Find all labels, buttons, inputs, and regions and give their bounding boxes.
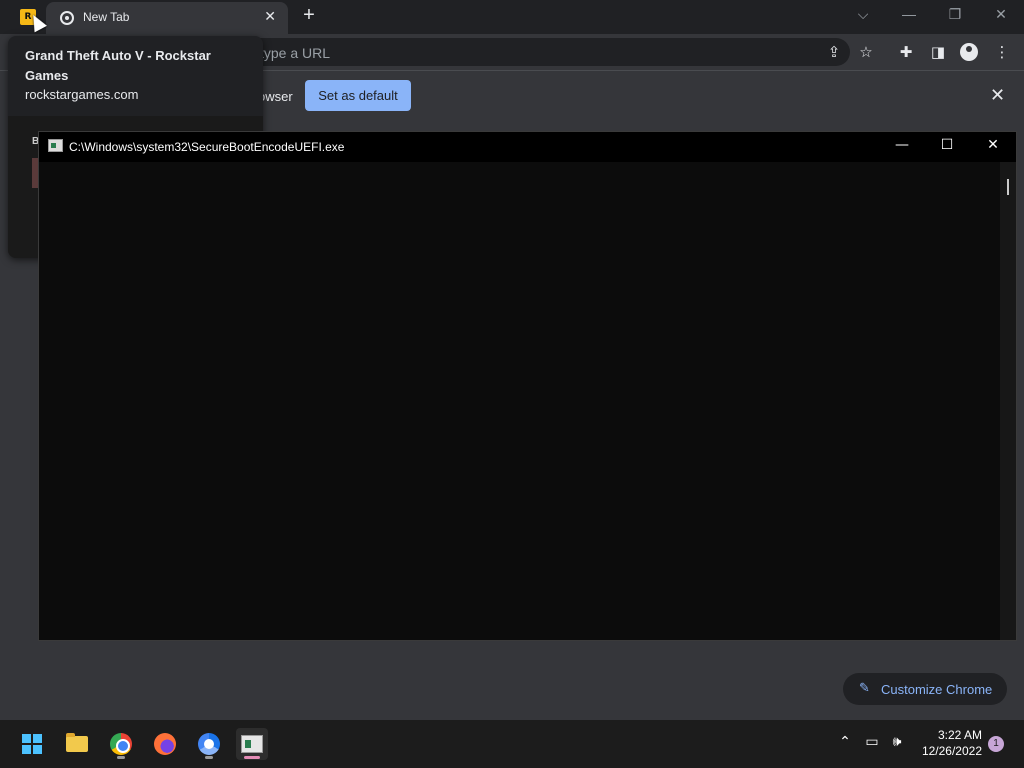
active-indicator xyxy=(244,756,260,759)
infobar-close-icon[interactable]: ✕ xyxy=(990,85,1005,106)
customize-chrome-button[interactable]: ✎ Customize Chrome xyxy=(843,673,1007,705)
file-explorer-icon xyxy=(66,733,88,752)
hover-card-domain: rockstargames.com xyxy=(25,87,139,102)
chrome-favicon-icon xyxy=(60,11,74,25)
address-bar[interactable]: type a URL xyxy=(240,38,850,66)
scrollbar-thumb[interactable] xyxy=(1007,179,1009,195)
tab-new-tab[interactable]: New Tab ✕ xyxy=(46,2,288,34)
tab-search-icon[interactable]: ⌵ xyxy=(853,6,873,23)
pencil-icon: ✎ xyxy=(859,681,870,696)
share-icon[interactable]: ⇪ xyxy=(824,42,844,62)
console-title: C:\Windows\system32\SecureBootEncodeUEFI… xyxy=(69,140,345,154)
show-hidden-icons-icon[interactable]: ⌃ xyxy=(835,734,855,750)
minimize-icon[interactable]: — xyxy=(899,6,919,22)
clock[interactable]: 3:22 AM 12/26/2022 xyxy=(910,727,982,759)
console-scrollbar[interactable] xyxy=(1000,162,1016,640)
firefox-icon xyxy=(154,733,176,755)
running-indicator xyxy=(117,756,125,759)
customize-chrome-label: Customize Chrome xyxy=(881,682,993,697)
console-close-icon[interactable]: ✕ xyxy=(983,137,1003,153)
window-close-icon[interactable]: ✕ xyxy=(991,6,1011,23)
running-indicator xyxy=(205,756,213,759)
clock-date: 12/26/2022 xyxy=(921,744,982,758)
clock-time: 3:22 AM xyxy=(937,728,982,742)
console-taskbar-icon xyxy=(241,735,263,753)
taskbar-firefox[interactable] xyxy=(149,728,181,760)
screen: R New Tab ✕ + ⌵ — ❐ ✕ type a URL ⇪ ☆ ✚ ◨… xyxy=(0,0,1024,768)
new-tab-button[interactable]: + xyxy=(298,4,320,27)
profile-avatar-icon[interactable] xyxy=(960,43,978,61)
tab-title: New Tab xyxy=(83,10,130,24)
volume-icon[interactable]: 🕪 xyxy=(887,734,907,750)
console-maximize-icon[interactable]: ☐ xyxy=(937,137,957,153)
start-button[interactable] xyxy=(16,728,48,760)
side-panel-icon[interactable]: ◨ xyxy=(928,42,948,62)
tab-close-icon[interactable]: ✕ xyxy=(264,8,276,25)
console-app-icon xyxy=(48,139,63,152)
bookmark-star-icon[interactable]: ☆ xyxy=(856,42,876,62)
menu-dots-icon[interactable]: ⋮ xyxy=(992,42,1012,62)
infobar-text: owser xyxy=(258,89,293,104)
restore-icon[interactable]: ❐ xyxy=(945,6,965,23)
console-minimize-icon[interactable]: — xyxy=(892,137,912,153)
tab-strip: R New Tab ✕ + ⌵ — ❐ ✕ xyxy=(0,0,1024,34)
console-output[interactable] xyxy=(39,162,1000,640)
chrome-icon xyxy=(110,733,132,755)
address-placeholder: type a URL xyxy=(260,45,331,61)
taskbar-file-explorer[interactable] xyxy=(61,728,93,760)
set-as-default-button[interactable]: Set as default xyxy=(305,80,411,111)
chromium-icon xyxy=(198,733,220,755)
notification-badge[interactable]: 1 xyxy=(988,736,1004,752)
console-window: C:\Windows\system32\SecureBootEncodeUEFI… xyxy=(38,131,1017,641)
taskbar-console[interactable] xyxy=(236,728,268,760)
hover-card-title: Grand Theft Auto V - Rockstar Games xyxy=(25,48,211,83)
taskbar: ⌃ ▭ 🕪 3:22 AM 12/26/2022 1 xyxy=(0,720,1024,768)
network-icon[interactable]: ▭ xyxy=(862,734,882,750)
taskbar-chromium[interactable] xyxy=(193,728,225,760)
windows-start-icon xyxy=(22,734,42,754)
extensions-icon[interactable]: ✚ xyxy=(896,42,916,62)
console-titlebar[interactable]: C:\Windows\system32\SecureBootEncodeUEFI… xyxy=(39,132,1016,162)
taskbar-chrome[interactable] xyxy=(105,728,137,760)
